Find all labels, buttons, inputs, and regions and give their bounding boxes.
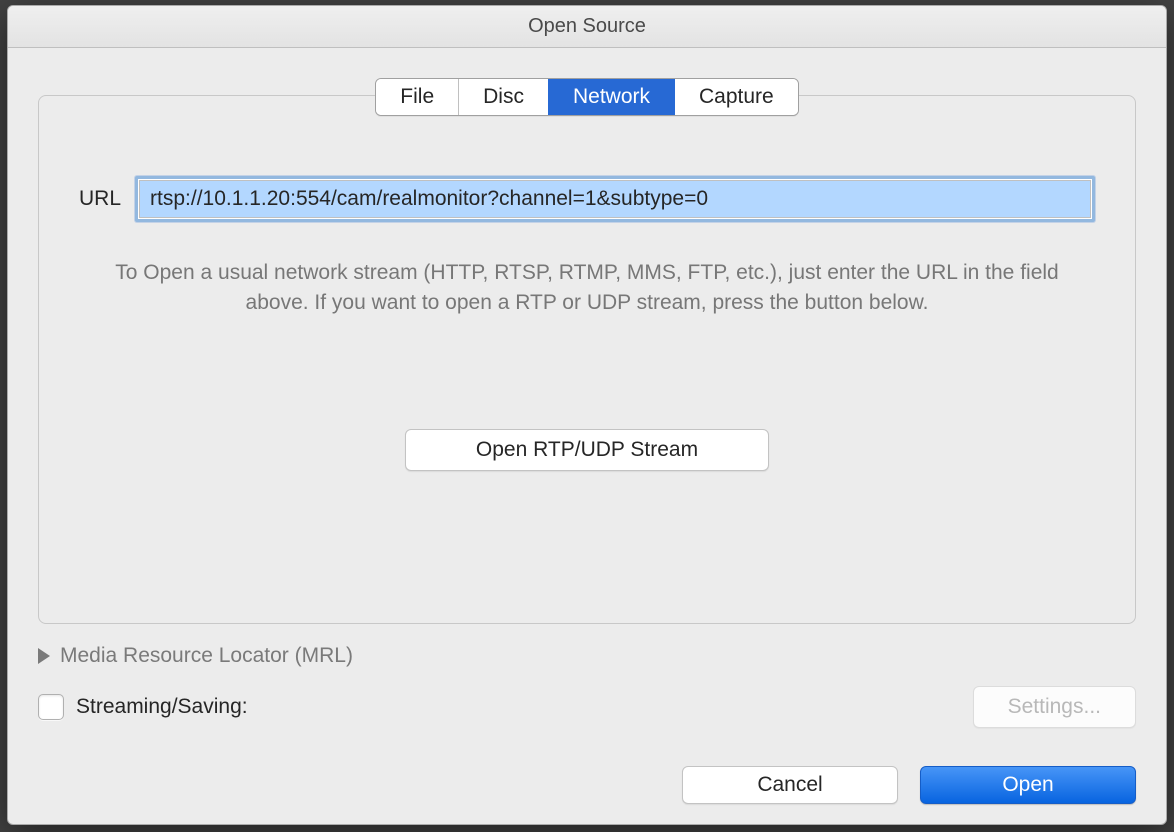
settings-button: Settings... xyxy=(973,686,1136,728)
disclosure-triangle-icon xyxy=(38,648,50,664)
tab-capture[interactable]: Capture xyxy=(674,79,798,115)
open-rtp-udp-button[interactable]: Open RTP/UDP Stream xyxy=(405,429,769,471)
dialog-buttons: Cancel Open xyxy=(38,766,1136,804)
tabs: File Disc Network Capture xyxy=(375,78,798,116)
rtp-button-row: Open RTP/UDP Stream xyxy=(79,429,1095,471)
tab-file[interactable]: File xyxy=(376,79,458,115)
tabs-container: File Disc Network Capture xyxy=(38,78,1136,116)
streaming-row: Streaming/Saving: Settings... xyxy=(38,686,1136,728)
url-input-focus-ring xyxy=(135,176,1095,222)
url-label: URL xyxy=(79,187,121,211)
url-input[interactable] xyxy=(139,180,1091,218)
streaming-saving-checkbox[interactable] xyxy=(38,694,64,720)
streaming-left: Streaming/Saving: xyxy=(38,694,248,720)
open-source-dialog: Open Source File Disc Network Capture UR… xyxy=(7,5,1167,825)
tab-disc[interactable]: Disc xyxy=(458,79,548,115)
open-button[interactable]: Open xyxy=(920,766,1136,804)
below-panel: Media Resource Locator (MRL) Streaming/S… xyxy=(38,644,1136,804)
mrl-label: Media Resource Locator (MRL) xyxy=(60,644,353,668)
titlebar: Open Source xyxy=(8,6,1166,48)
cancel-button[interactable]: Cancel xyxy=(682,766,898,804)
streaming-saving-label: Streaming/Saving: xyxy=(76,695,248,719)
helper-text: To Open a usual network stream (HTTP, RT… xyxy=(79,258,1095,319)
network-panel: URL To Open a usual network stream (HTTP… xyxy=(38,95,1136,624)
dialog-content: File Disc Network Capture URL To Open a … xyxy=(8,48,1166,824)
url-row: URL xyxy=(79,176,1095,222)
mrl-disclosure[interactable]: Media Resource Locator (MRL) xyxy=(38,644,1136,668)
window-title: Open Source xyxy=(528,15,646,38)
tab-network[interactable]: Network xyxy=(548,79,674,115)
